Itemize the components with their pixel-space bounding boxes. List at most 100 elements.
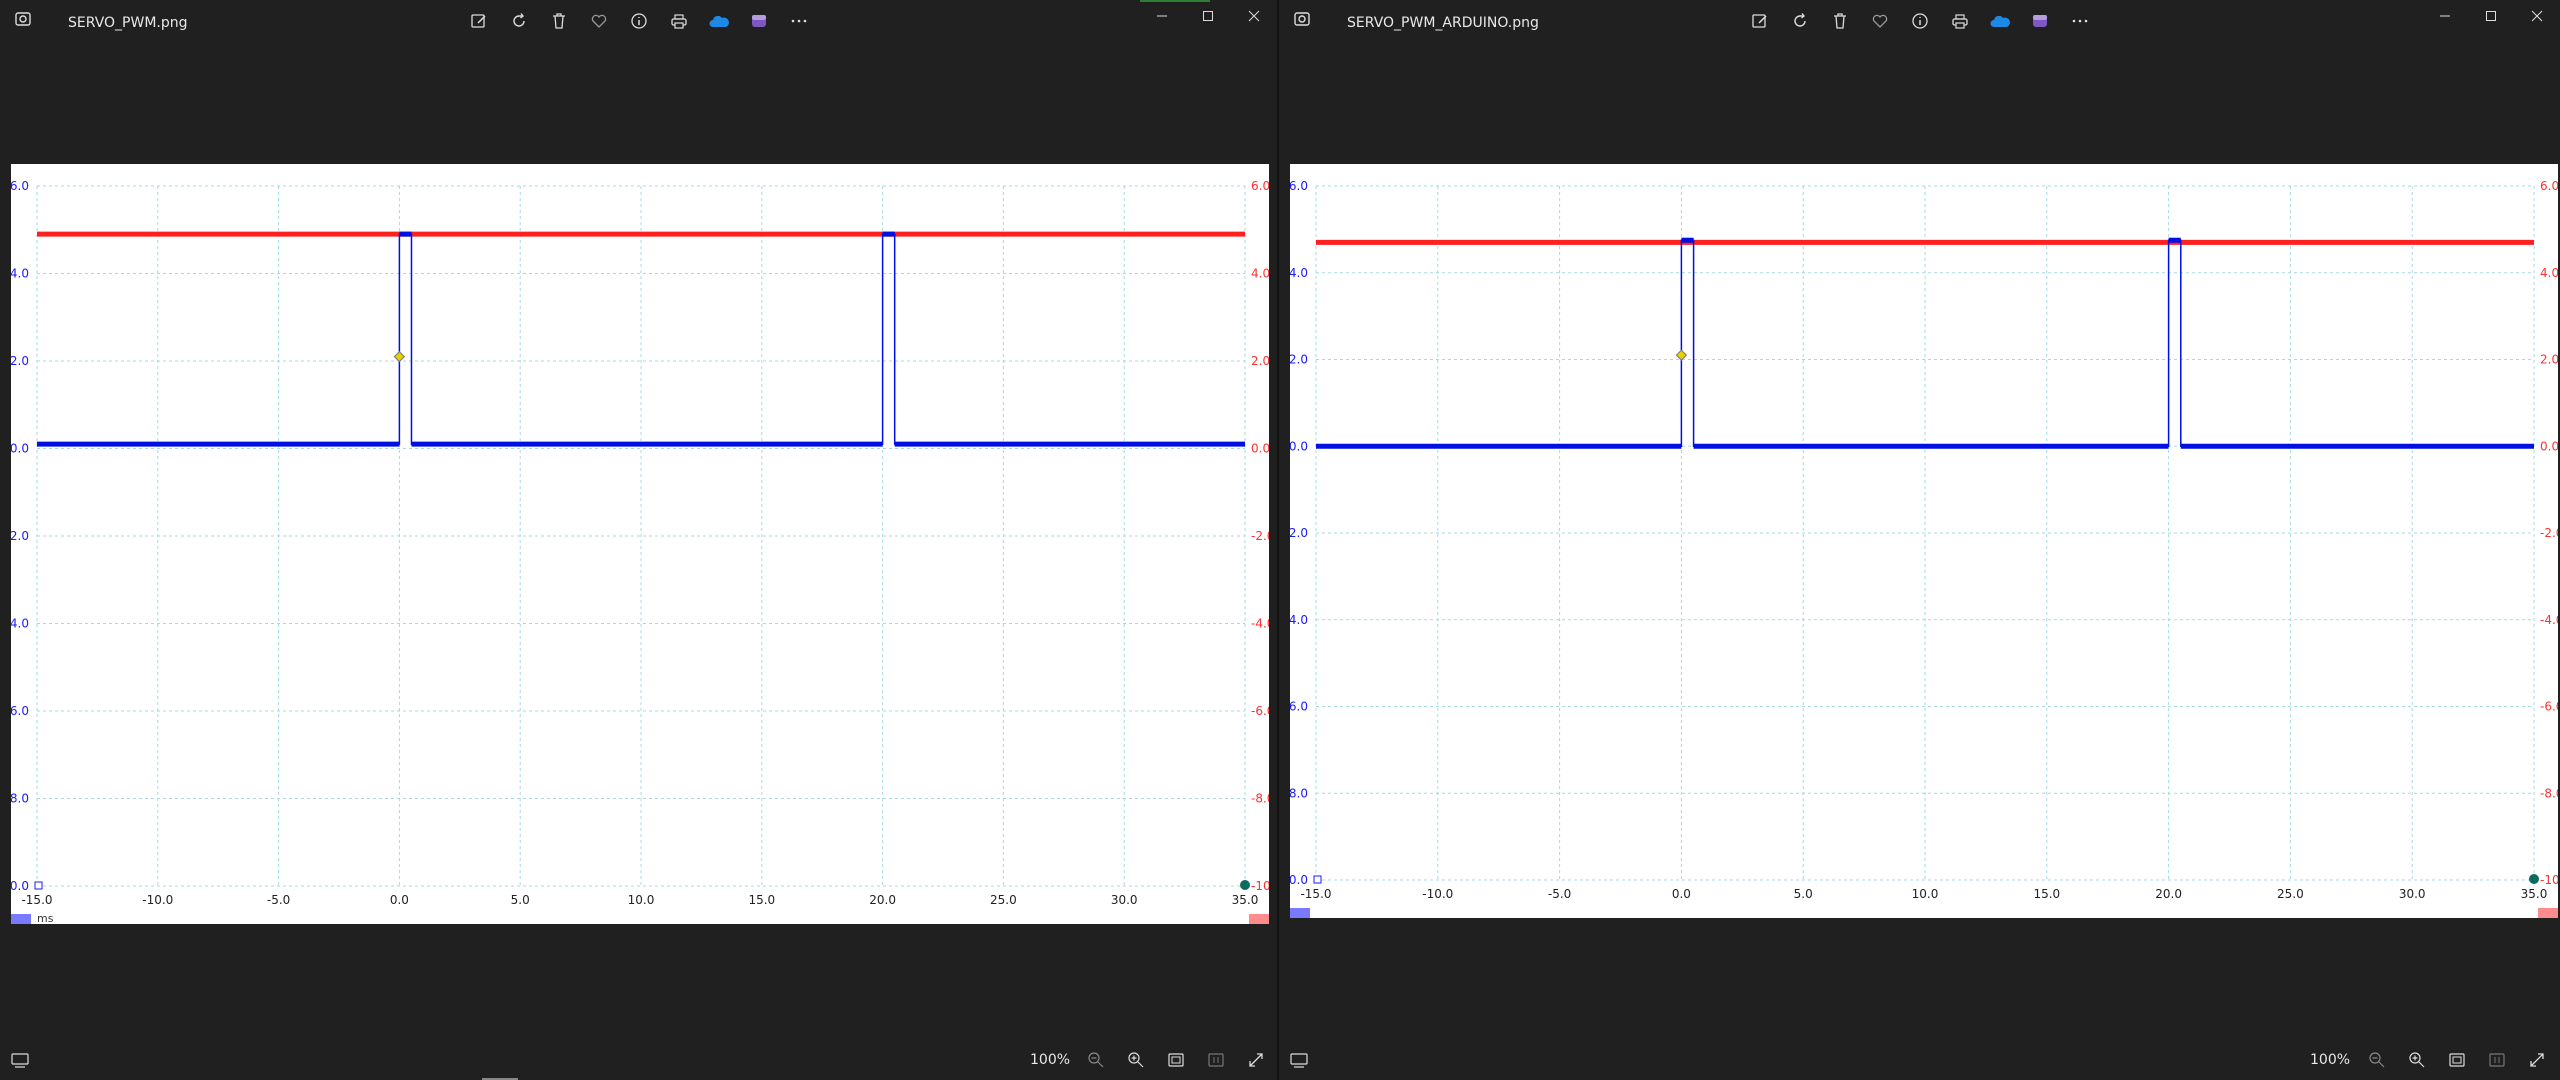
close-icon[interactable] bbox=[2514, 0, 2560, 32]
window-title: SERVO_PWM_ARDUINO.png bbox=[1347, 15, 1539, 31]
maximize-icon[interactable] bbox=[2468, 0, 2514, 32]
y-right-tick-label: 6.0 bbox=[2540, 179, 2558, 193]
x-tick-label: 5.0 bbox=[511, 893, 530, 907]
time-unit-label: ms bbox=[37, 912, 54, 924]
y-left-tick-label: -10.0 bbox=[1290, 873, 1308, 887]
channel-b-corner-marker bbox=[2529, 874, 2539, 884]
onedrive-icon[interactable] bbox=[706, 8, 732, 34]
zoom-in-icon[interactable] bbox=[1122, 1047, 1150, 1073]
y-right-tick-label: -4.0 bbox=[2540, 613, 2558, 627]
y-left-tick-label: -4.0 bbox=[1290, 613, 1308, 627]
onedrive-icon[interactable] bbox=[1987, 8, 2013, 34]
actual-size-icon[interactable] bbox=[1202, 1047, 1230, 1073]
photos-app-icon bbox=[1294, 12, 1310, 26]
zoom-level: 100% bbox=[1030, 1052, 1071, 1068]
title-bar: SERVO_PWM_ARDUINO.png bbox=[1279, 0, 2560, 40]
y-right-tick-label: 6.0 bbox=[1251, 179, 1269, 193]
y-right-tick-label: -6.0 bbox=[2540, 700, 2558, 714]
favorite-icon[interactable] bbox=[586, 8, 612, 34]
print-icon[interactable] bbox=[1947, 8, 1973, 34]
filmstrip-icon[interactable] bbox=[10, 1051, 30, 1069]
y-right-tick-label: -6.0 bbox=[1251, 704, 1269, 718]
zoom-level: 100% bbox=[2310, 1052, 2351, 1068]
minimize-icon[interactable] bbox=[1139, 0, 1185, 32]
y-left-tick-label: -8.0 bbox=[1290, 786, 1308, 800]
actual-size-icon[interactable] bbox=[2483, 1047, 2511, 1073]
x-tick-label: 25.0 bbox=[990, 893, 1017, 907]
oscilloscope-image: -15.0 -10.0 -5.0 0.0 5.0 10.0 15.0 20.0 25.0 30.0… bbox=[11, 164, 1269, 924]
status-bar: 100% bbox=[1279, 1040, 2560, 1080]
x-tick-label: 0.0 bbox=[1672, 887, 1691, 901]
x-tick-label: 15.0 bbox=[748, 893, 775, 907]
minimize-icon[interactable] bbox=[2422, 0, 2468, 32]
photos-window-left: SERVO_PWM.png -15.0 -10.0 -5.0 0.0 5.0 10.0 15… bbox=[0, 0, 1277, 1080]
info-icon[interactable] bbox=[626, 8, 652, 34]
channel-b-badge bbox=[1249, 914, 1269, 924]
oscilloscope-image: -15.0 -10.0 -5.0 0.0 5.0 10.0 15.0 20.0 25.0 30.0… bbox=[1290, 164, 2558, 918]
rotate-icon[interactable] bbox=[1787, 8, 1813, 34]
y-left-tick-label: 0.0 bbox=[1290, 439, 1308, 453]
fit-to-window-icon[interactable] bbox=[1162, 1047, 1190, 1073]
y-right-tick-label: 0.0 bbox=[2540, 439, 2558, 453]
y-left-tick-label: 0.0 bbox=[11, 442, 29, 456]
toolbar bbox=[1747, 8, 2093, 34]
title-bar: SERVO_PWM.png bbox=[0, 0, 1277, 40]
fullscreen-icon[interactable] bbox=[1242, 1047, 1270, 1073]
y-right-tick-label: -4.0 bbox=[1251, 617, 1269, 631]
y-left-tick-label: 4.0 bbox=[1290, 266, 1308, 280]
zoom-out-icon[interactable] bbox=[1082, 1047, 1110, 1073]
fit-to-window-icon[interactable] bbox=[2443, 1047, 2471, 1073]
zoom-tools bbox=[1082, 1047, 1270, 1073]
x-tick-label: -15.0 bbox=[21, 893, 52, 907]
zoom-tools bbox=[2363, 1047, 2551, 1073]
x-tick-label: -10.0 bbox=[1422, 887, 1453, 901]
y-left-tick-label: 6.0 bbox=[11, 179, 29, 193]
zoom-in-icon[interactable] bbox=[2403, 1047, 2431, 1073]
close-icon[interactable] bbox=[1231, 0, 1277, 32]
oscilloscope-plot: -15.0 -10.0 -5.0 0.0 5.0 10.0 15.0 20.0 25.0 30.0… bbox=[1290, 164, 2558, 918]
photos-window-right: SERVO_PWM_ARDUINO.png -15.0 -10.0 -5.0 0.0 5… bbox=[1279, 0, 2560, 1080]
x-tick-label: 10.0 bbox=[1912, 887, 1939, 901]
y-left-tick-label: 2.0 bbox=[1290, 353, 1308, 367]
toolbar bbox=[466, 8, 812, 34]
channel-a-corner-marker bbox=[34, 881, 43, 890]
y-left-tick-label: 4.0 bbox=[11, 267, 29, 281]
x-tick-label: -5.0 bbox=[1548, 887, 1571, 901]
channel-b-corner-marker bbox=[1240, 880, 1250, 890]
x-tick-label: 15.0 bbox=[2033, 887, 2060, 901]
x-tick-label: -5.0 bbox=[267, 893, 290, 907]
x-tick-label: 20.0 bbox=[2155, 887, 2182, 901]
delete-icon[interactable] bbox=[546, 8, 572, 34]
y-left-tick-label: -6.0 bbox=[11, 704, 29, 718]
filmstrip-icon[interactable] bbox=[1289, 1051, 1309, 1069]
y-right-tick-label: 2.0 bbox=[2540, 353, 2558, 367]
fullscreen-icon[interactable] bbox=[2523, 1047, 2551, 1073]
rotate-icon[interactable] bbox=[506, 8, 532, 34]
y-right-tick-label: -8.0 bbox=[1251, 792, 1269, 806]
favorite-icon[interactable] bbox=[1867, 8, 1893, 34]
plot-background bbox=[1290, 164, 2558, 918]
y-left-tick-label: -2.0 bbox=[11, 529, 29, 543]
more-icon[interactable] bbox=[786, 8, 812, 34]
print-icon[interactable] bbox=[666, 8, 692, 34]
y-right-tick-label: -10.0 bbox=[2540, 873, 2558, 887]
y-right-tick-label: 4.0 bbox=[2540, 266, 2558, 280]
zoom-out-icon[interactable] bbox=[2363, 1047, 2391, 1073]
clipchamp-icon[interactable] bbox=[2027, 8, 2053, 34]
x-tick-label: 30.0 bbox=[2399, 887, 2426, 901]
x-tick-label: 35.0 bbox=[2521, 887, 2548, 901]
y-right-tick-label: -2.0 bbox=[2540, 526, 2558, 540]
edit-icon[interactable] bbox=[466, 8, 492, 34]
info-icon[interactable] bbox=[1907, 8, 1933, 34]
delete-icon[interactable] bbox=[1827, 8, 1853, 34]
x-tick-label: 10.0 bbox=[628, 893, 655, 907]
clipchamp-icon[interactable] bbox=[746, 8, 772, 34]
more-icon[interactable] bbox=[2067, 8, 2093, 34]
edit-icon[interactable] bbox=[1747, 8, 1773, 34]
y-right-tick-label: -10.0 bbox=[1251, 879, 1269, 893]
window-controls bbox=[2422, 0, 2560, 32]
y-right-tick-label: -8.0 bbox=[2540, 786, 2558, 800]
maximize-icon[interactable] bbox=[1185, 0, 1231, 32]
y-right-tick-label: 2.0 bbox=[1251, 354, 1269, 368]
x-tick-label: -10.0 bbox=[142, 893, 173, 907]
